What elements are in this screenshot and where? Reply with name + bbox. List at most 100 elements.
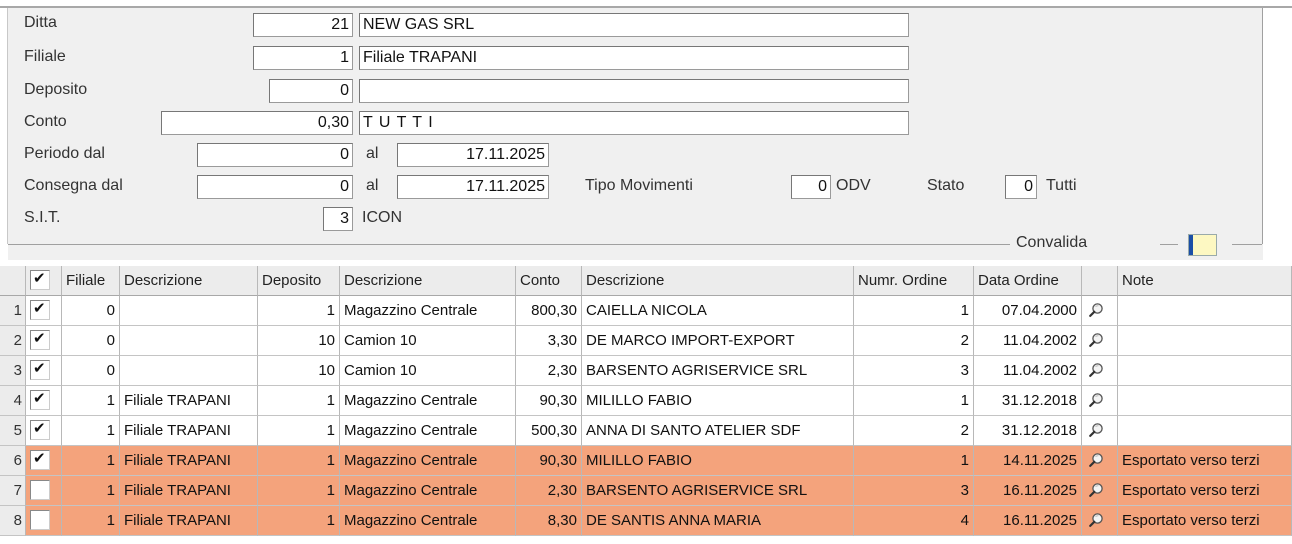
sit-field[interactable]: 3 — [323, 207, 353, 231]
cell-note[interactable] — [1118, 416, 1292, 446]
cell-filiale-descrizione[interactable]: Filiale TRAPANI — [120, 446, 258, 476]
cell-detail[interactable] — [1082, 386, 1118, 416]
cell-note[interactable]: Esportato verso terzi — [1118, 446, 1292, 476]
cell-filiale-descrizione[interactable]: Filiale TRAPANI — [120, 416, 258, 446]
table-row[interactable]: 101Magazzino Centrale800,30CAIELLA NICOL… — [0, 296, 1292, 326]
cell-numr-ordine[interactable]: 4 — [854, 506, 974, 536]
row-checkbox[interactable] — [30, 420, 50, 440]
cell-note[interactable]: Esportato verso terzi — [1118, 476, 1292, 506]
stato-field[interactable]: 0 — [1005, 175, 1037, 199]
cell-deposito[interactable]: 10 — [258, 356, 340, 386]
row-checkbox[interactable] — [30, 510, 50, 530]
cell-conto-descrizione[interactable]: BARSENTO AGRISERVICE SRL — [582, 356, 854, 386]
cell-conto[interactable]: 3,30 — [516, 326, 582, 356]
cell-deposito[interactable]: 1 — [258, 296, 340, 326]
periodo-from-field[interactable]: 0 — [197, 143, 353, 167]
cell-deposito[interactable]: 1 — [258, 506, 340, 536]
cell-note[interactable] — [1118, 326, 1292, 356]
cell-numr-ordine[interactable]: 1 — [854, 386, 974, 416]
ditta-name-field[interactable]: NEW GAS SRL — [359, 13, 909, 37]
cell-select[interactable] — [26, 296, 62, 326]
cell-conto[interactable]: 8,30 — [516, 506, 582, 536]
cell-filiale[interactable]: 0 — [62, 356, 120, 386]
cell-data-ordine[interactable]: 31.12.2018 — [974, 416, 1082, 446]
table-row[interactable]: 3 0 10Camion 102,30BARSENTO AGRISERVICE SR… — [0, 356, 1292, 386]
cell-conto[interactable]: 2,30 — [516, 476, 582, 506]
filiale-code-field[interactable]: 1 — [253, 46, 353, 70]
cell-deposito[interactable]: 1 — [258, 476, 340, 506]
cell-filiale[interactable]: 0 — [62, 296, 120, 326]
cell-filiale-descrizione[interactable]: Filiale TRAPANI — [120, 476, 258, 506]
magnifier-icon[interactable] — [1088, 512, 1104, 528]
cell-conto-descrizione[interactable]: ANNA DI SANTO ATELIER SDF — [582, 416, 854, 446]
cell-data-ordine[interactable]: 16.11.2025 — [974, 476, 1082, 506]
consegna-to-field[interactable]: 17.11.2025 — [397, 175, 549, 199]
header-deposito-descrizione[interactable]: Descrizione — [340, 266, 516, 296]
header-filiale[interactable]: Filiale — [62, 266, 120, 296]
magnifier-icon[interactable] — [1088, 392, 1104, 408]
cell-detail[interactable] — [1082, 326, 1118, 356]
cell-conto[interactable]: 90,30 — [516, 446, 582, 476]
table-row[interactable]: 7 1 Filiale TRAPANI 1 Magazzino Centrale 2,30… — [0, 476, 1292, 506]
cell-detail[interactable] — [1082, 356, 1118, 386]
cell-numr-ordine[interactable]: 1 — [854, 296, 974, 326]
cell-detail[interactable] — [1082, 506, 1118, 536]
cell-detail[interactable] — [1082, 296, 1118, 326]
cell-numr-ordine[interactable]: 3 — [854, 476, 974, 506]
cell-conto-descrizione[interactable]: DE SANTIS ANNA MARIA — [582, 506, 854, 536]
cell-select[interactable] — [26, 476, 62, 506]
row-checkbox[interactable] — [30, 450, 50, 470]
cell-numr-ordine[interactable]: 2 — [854, 326, 974, 356]
cell-numr-ordine[interactable]: 2 — [854, 416, 974, 446]
cell-numr-ordine[interactable]: 1 — [854, 446, 974, 476]
cell-deposito[interactable]: 1 — [258, 446, 340, 476]
cell-deposito-descrizione[interactable]: Camion 10 — [340, 326, 516, 356]
header-select-all[interactable] — [26, 266, 62, 296]
cell-filiale[interactable]: 1 — [62, 476, 120, 506]
tipo-movimenti-field[interactable]: 0 — [791, 175, 831, 199]
magnifier-icon[interactable] — [1088, 362, 1104, 378]
filiale-name-field[interactable]: Filiale TRAPANI — [359, 46, 909, 70]
cell-conto-descrizione[interactable]: MILILLO FABIO — [582, 446, 854, 476]
deposito-code-field[interactable]: 0 — [269, 79, 353, 103]
cell-data-ordine[interactable]: 07.04.2000 — [974, 296, 1082, 326]
cell-deposito[interactable]: 10 — [258, 326, 340, 356]
cell-conto-descrizione[interactable]: MILILLO FABIO — [582, 386, 854, 416]
cell-filiale-descrizione[interactable]: Filiale TRAPANI — [120, 506, 258, 536]
cell-note[interactable] — [1118, 296, 1292, 326]
cell-deposito[interactable]: 1 — [258, 416, 340, 446]
header-conto[interactable]: Conto — [516, 266, 582, 296]
header-deposito[interactable]: Deposito — [258, 266, 340, 296]
cell-data-ordine[interactable]: 11.04.2002 — [974, 326, 1082, 356]
cell-data-ordine[interactable]: 16.11.2025 — [974, 506, 1082, 536]
cell-detail[interactable] — [1082, 446, 1118, 476]
cell-deposito-descrizione[interactable]: Magazzino Centrale — [340, 446, 516, 476]
cell-detail[interactable] — [1082, 476, 1118, 506]
cell-data-ordine[interactable]: 14.11.2025 — [974, 446, 1082, 476]
cell-conto-descrizione[interactable]: CAIELLA NICOLA — [582, 296, 854, 326]
cell-filiale[interactable]: 1 — [62, 416, 120, 446]
row-checkbox[interactable] — [30, 360, 50, 380]
cell-deposito-descrizione[interactable]: Magazzino Centrale — [340, 296, 516, 326]
consegna-from-field[interactable]: 0 — [197, 175, 353, 199]
conto-name-field[interactable]: T U T T I — [359, 111, 909, 135]
cell-note[interactable] — [1118, 356, 1292, 386]
table-row[interactable]: 8 1 Filiale TRAPANI 1 Magazzino Centrale 8,30… — [0, 506, 1292, 536]
cell-select[interactable] — [26, 446, 62, 476]
header-data-ordine[interactable]: Data Ordine — [974, 266, 1082, 296]
table-row[interactable]: 41Filiale TRAPANI1Magazzino Centrale90,3… — [0, 386, 1292, 416]
cell-detail[interactable] — [1082, 416, 1118, 446]
cell-conto[interactable]: 2,30 — [516, 356, 582, 386]
cell-deposito-descrizione[interactable]: Magazzino Centrale — [340, 476, 516, 506]
cell-filiale-descrizione[interactable]: Filiale TRAPANI — [120, 386, 258, 416]
cell-filiale[interactable]: 0 — [62, 326, 120, 356]
cell-data-ordine[interactable]: 31.12.2018 — [974, 386, 1082, 416]
cell-conto[interactable]: 90,30 — [516, 386, 582, 416]
header-numr-ordine[interactable]: Numr. Ordine — [854, 266, 974, 296]
cell-conto-descrizione[interactable]: BARSENTO AGRISERVICE SRL — [582, 476, 854, 506]
magnifier-icon[interactable] — [1088, 332, 1104, 348]
cell-filiale-descrizione[interactable] — [120, 326, 258, 356]
header-filiale-descrizione[interactable]: Descrizione — [120, 266, 258, 296]
cell-numr-ordine[interactable]: 3 — [854, 356, 974, 386]
cell-select[interactable] — [26, 356, 62, 386]
